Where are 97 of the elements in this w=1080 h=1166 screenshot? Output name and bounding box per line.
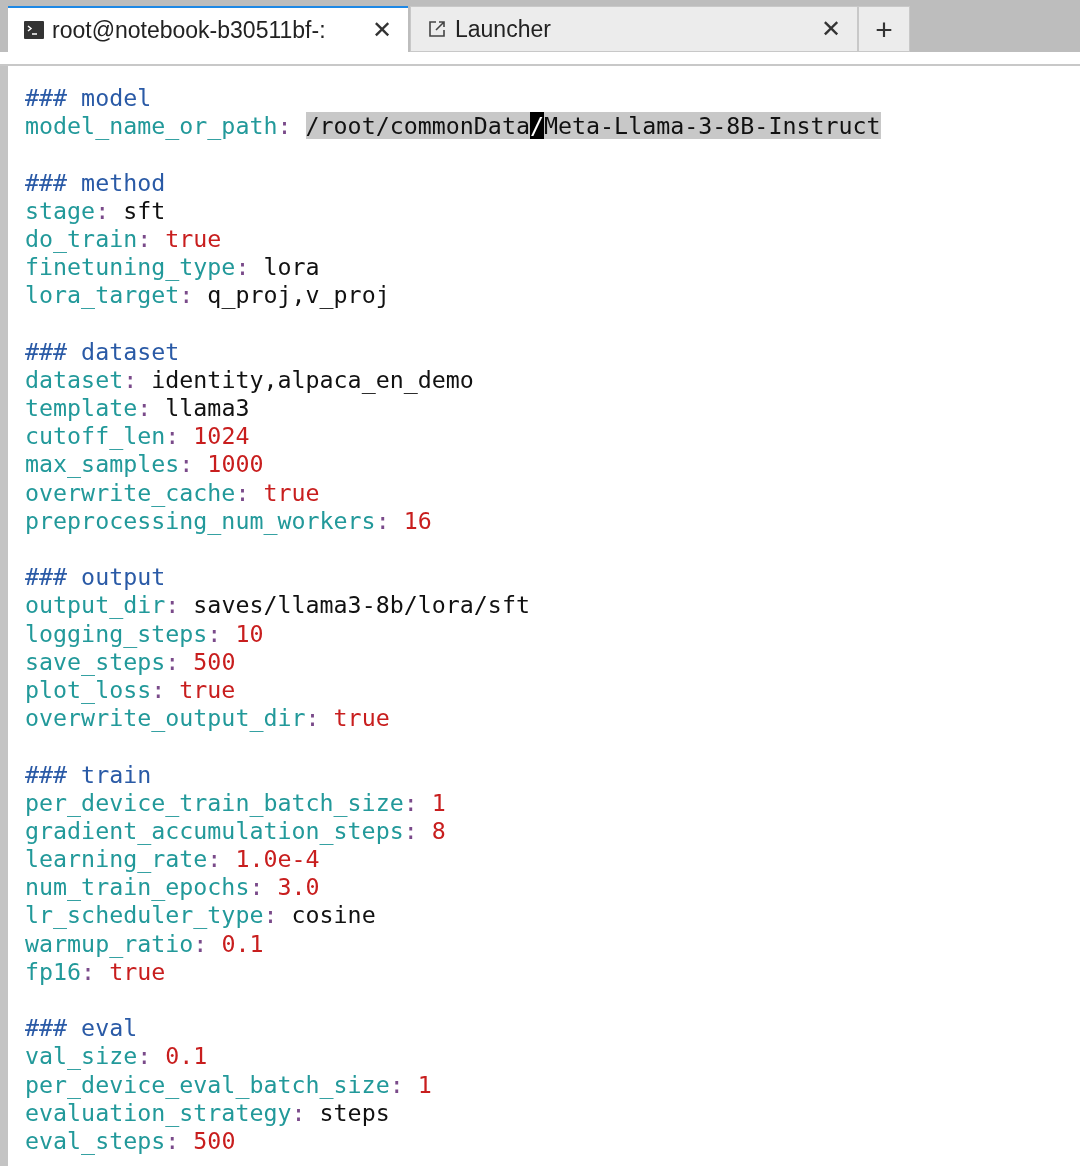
tab-label: root@notebook-b30511bf-: [52,15,327,45]
colon: : [403,788,418,816]
config-value: cosine [291,901,376,929]
code-comment: ### model [25,84,152,111]
config-value: 500 [193,1126,236,1154]
colon: : [305,704,320,732]
external-link-icon [427,19,447,39]
config-value: 1 [417,1070,432,1098]
config-value: 1 [431,788,446,816]
colon: : [95,196,110,224]
tab[interactable]: root@notebook-b30511bf-: ✕ [8,6,408,52]
config-key: dataset [25,365,124,393]
config-key: warmup_ratio [25,929,194,957]
code-comment: ### output [25,563,166,591]
colon: : [137,1042,152,1070]
config-value: 0.1 [165,1042,208,1070]
config-value: saves/llama3-8b/lora/sft [193,591,530,619]
colon: : [81,957,96,985]
config-value: Meta-Llama-3-8B-Instruct [544,112,881,140]
colon: : [375,506,390,534]
config-value: 1.0e-4 [235,845,320,873]
config-key: do_train [25,224,138,252]
colon: : [165,422,180,450]
config-value: true [263,478,320,506]
config-key: eval_steps [25,1126,166,1154]
new-tab-button[interactable]: + [858,6,910,52]
config-value: true [109,957,166,985]
config-value: 500 [193,647,236,675]
colon: : [137,394,152,422]
config-key: model_name_or_path [25,112,278,140]
terminal-icon [24,21,44,39]
config-value: 8 [431,816,446,844]
config-value: 1000 [207,450,264,478]
code-comment: ### method [25,168,166,196]
config-value: steps [319,1098,390,1126]
config-key: gradient_accumulation_steps [25,816,404,844]
colon: : [207,845,222,873]
config-key: finetuning_type [25,253,236,281]
config-key: cutoff_len [25,422,166,450]
colon: : [165,591,180,619]
config-value: 10 [235,619,264,647]
colon: : [235,253,250,281]
config-key: overwrite_output_dir [25,704,306,732]
tab-label: Launcher [455,14,552,44]
colon: : [389,1070,404,1098]
config-value: /root/commonData [305,112,530,140]
config-key: template [25,394,138,422]
config-key: save_steps [25,647,166,675]
config-key: lora_target [25,281,180,309]
config-value: true [333,704,390,732]
colon: : [277,112,292,140]
colon: : [249,873,264,901]
colon: : [165,647,180,675]
colon: : [179,450,194,478]
colon: : [263,901,278,929]
config-key: per_device_train_batch_size [25,788,404,816]
config-value: true [165,224,222,252]
config-key: val_size [25,1042,138,1070]
config-value: 0.1 [221,929,264,957]
colon: : [165,1126,180,1154]
colon: : [403,816,418,844]
colon: : [179,281,194,309]
config-value: llama3 [165,394,250,422]
config-value: true [179,675,236,703]
close-button[interactable]: ✕ [821,17,841,41]
tab[interactable]: Launcher ✕ [410,6,858,52]
config-key: preprocessing_num_workers [25,506,376,534]
code-comment: ### train [25,760,152,788]
colon: : [123,365,138,393]
config-key: stage [25,196,96,224]
config-key: evaluation_strategy [25,1098,292,1126]
config-key: output_dir [25,591,166,619]
config-value: 1024 [193,422,250,450]
config-key: per_device_eval_batch_size [25,1070,390,1098]
config-key: max_samples [25,450,180,478]
colon: : [151,675,166,703]
config-value: 16 [403,506,432,534]
close-button[interactable]: ✕ [372,18,392,42]
config-value: q_proj,v_proj [207,281,390,309]
colon: : [207,619,222,647]
code-comment: ### eval [25,1014,138,1042]
config-value: lora [263,253,320,281]
colon: : [137,224,152,252]
colon: : [235,478,250,506]
colon: : [291,1098,306,1126]
config-key: overwrite_cache [25,478,236,506]
config-value: sft [123,196,166,224]
code-comment: ### dataset [25,337,180,365]
config-key: fp16 [25,957,82,985]
config-key: lr_scheduler_type [25,901,264,929]
config-value: 3.0 [277,873,320,901]
config-key: plot_loss [25,675,152,703]
config-key: logging_steps [25,619,208,647]
config-key: learning_rate [25,845,208,873]
config-key: num_train_epochs [25,873,250,901]
colon: : [193,929,208,957]
config-value: identity,alpaca_en_demo [151,365,474,393]
